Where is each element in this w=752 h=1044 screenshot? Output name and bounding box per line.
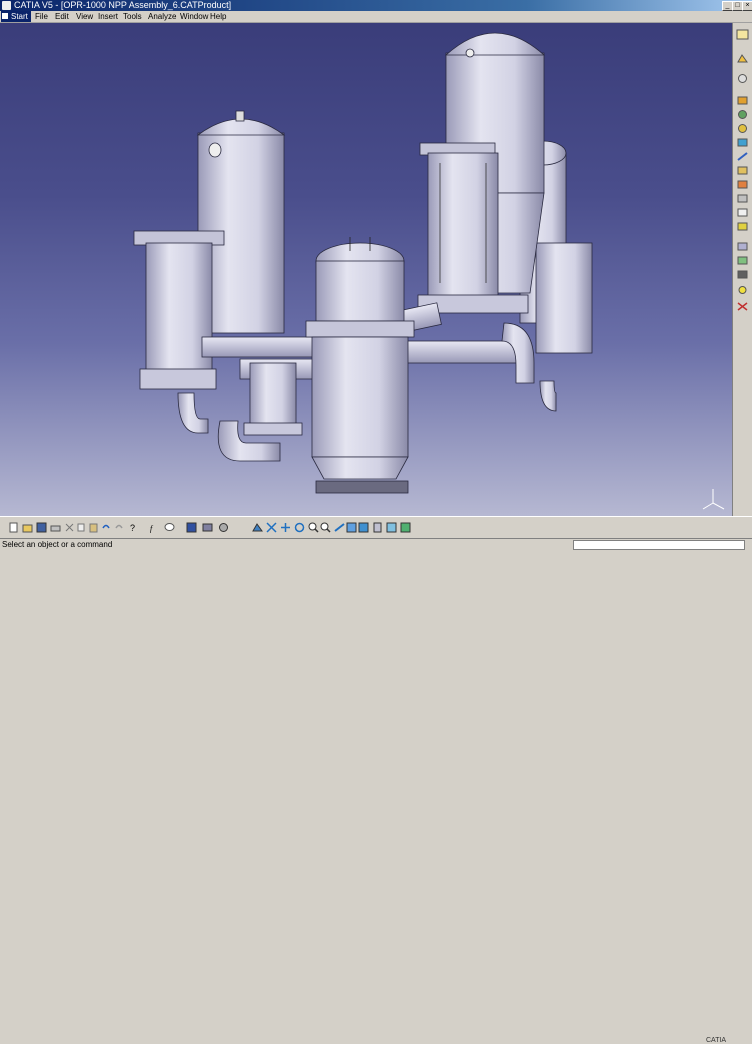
measure-icon[interactable] [736, 207, 749, 218]
snap-icon[interactable] [736, 151, 749, 162]
new-icon[interactable] [8, 522, 19, 533]
whats-this-icon[interactable]: ? [128, 522, 139, 533]
distance-icon[interactable] [736, 193, 749, 204]
explode-icon[interactable] [736, 137, 749, 148]
paste-icon[interactable] [88, 522, 99, 533]
open-icon[interactable] [22, 522, 33, 533]
menu-window[interactable]: Window [180, 11, 208, 22]
zoom-in-icon[interactable] [308, 522, 319, 533]
3d-viewport[interactable] [0, 23, 732, 516]
annotation-icon[interactable] [736, 255, 749, 266]
right-toolbar [732, 23, 752, 516]
iso-view-icon[interactable] [346, 522, 357, 533]
reactor-vessel[interactable] [305, 237, 415, 494]
scene-icon[interactable] [736, 241, 749, 252]
copy-icon[interactable] [76, 522, 87, 533]
constraint-icon[interactable] [736, 109, 749, 120]
product-icon[interactable] [736, 95, 749, 106]
menu-tools[interactable]: Tools [123, 11, 142, 22]
part-design-icon[interactable] [736, 53, 749, 64]
steam-generator-right[interactable] [417, 32, 546, 314]
close-button[interactable]: × [742, 1, 752, 11]
status-prompt: Select an object or a command [2, 540, 113, 549]
swap-space-icon[interactable] [386, 522, 397, 533]
render-style-icon[interactable] [400, 522, 411, 533]
clash-icon[interactable] [736, 165, 749, 176]
menu-insert[interactable]: Insert [98, 11, 118, 22]
catia-window: CATIA V5 - [OPR-1000 NPP Assembly_6.CATP… [0, 0, 752, 1044]
menu-edit[interactable]: Edit [55, 11, 69, 22]
svg-text:f: f [150, 524, 154, 533]
menu-bar: Start File Edit View Insert Tools Analyz… [0, 11, 752, 23]
pan-icon[interactable] [280, 522, 291, 533]
formula-icon[interactable]: f [150, 522, 161, 533]
fly-mode-icon[interactable] [252, 522, 263, 533]
undo-icon[interactable] [100, 522, 111, 533]
shading-icon[interactable] [358, 522, 369, 533]
light-icon[interactable] [736, 285, 749, 296]
comment-icon[interactable] [164, 522, 175, 533]
hide-show-icon[interactable] [372, 522, 383, 533]
cut-icon[interactable] [64, 522, 75, 533]
print-icon[interactable] [50, 522, 61, 533]
catia-logo: CATIA [706, 1037, 727, 1044]
catalog-icon[interactable] [736, 221, 749, 232]
app-icon [2, 1, 11, 10]
rotate-icon[interactable] [294, 522, 305, 533]
swap-icon[interactable] [218, 522, 229, 533]
zoom-out-icon[interactable] [320, 522, 331, 533]
render-icon[interactable] [736, 269, 749, 280]
window-title: CATIA V5 - [OPR-1000 NPP Assembly_6.CATP… [14, 0, 232, 10]
normal-view-icon[interactable] [334, 522, 345, 533]
show-hide-icon[interactable] [202, 522, 213, 533]
status-bar: Select an object or a command [0, 538, 752, 550]
start-icon [2, 13, 8, 19]
menu-view[interactable]: View [76, 11, 93, 22]
coolant-pump-front[interactable] [243, 362, 303, 436]
sketcher-icon[interactable] [736, 29, 749, 40]
catalog-browser-icon[interactable] [186, 522, 197, 533]
assembly-icon[interactable] [736, 73, 749, 84]
redo-icon[interactable] [114, 522, 125, 533]
menu-analyze[interactable]: Analyze [148, 11, 176, 22]
save-icon[interactable] [36, 522, 47, 533]
fit-all-icon[interactable] [266, 522, 277, 533]
section-icon[interactable] [736, 179, 749, 190]
menu-help[interactable]: Help [210, 11, 226, 22]
assembly-model[interactable] [0, 23, 732, 516]
axis-compass [702, 489, 725, 510]
bottom-toolbar: ? f CATIA [0, 516, 752, 1044]
menu-file[interactable]: File [35, 11, 48, 22]
kinematics-icon[interactable] [736, 301, 749, 312]
svg-text:?: ? [130, 523, 135, 533]
title-bar[interactable]: CATIA V5 - [OPR-1000 NPP Assembly_6.CATP… [0, 0, 752, 11]
menu-start-label: Start [11, 12, 28, 21]
menu-start[interactable]: Start [1, 11, 31, 22]
move-icon[interactable] [736, 123, 749, 134]
